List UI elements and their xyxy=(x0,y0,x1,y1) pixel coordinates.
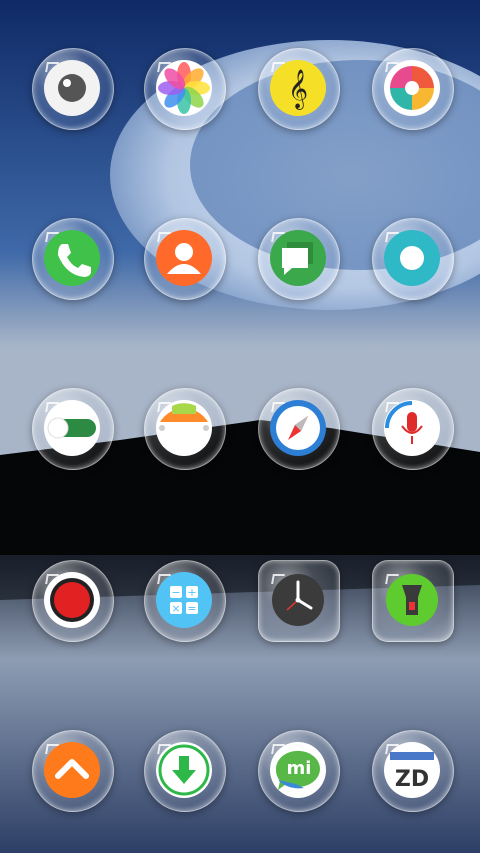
app-calendar-button[interactable] xyxy=(144,388,226,470)
app-microphone-button[interactable] xyxy=(372,388,454,470)
app-zd-app-button[interactable]: ZD xyxy=(372,730,454,812)
glass-highlight xyxy=(385,62,399,72)
app-flashlight-button[interactable] xyxy=(372,560,454,642)
glass-highlight xyxy=(271,402,285,412)
glass-highlight xyxy=(385,402,399,412)
svg-text:𝄞: 𝄞 xyxy=(288,69,308,110)
app-photos-button[interactable] xyxy=(144,48,226,130)
glass-highlight xyxy=(385,232,399,242)
svg-text:+: + xyxy=(187,586,196,599)
glass-highlight xyxy=(271,62,285,72)
svg-text:−: − xyxy=(171,586,180,599)
svg-text:ZD: ZD xyxy=(395,767,429,792)
svg-text:mi: mi xyxy=(287,758,312,779)
app-messages-button[interactable] xyxy=(258,218,340,300)
app-arrow-up-button[interactable] xyxy=(32,730,114,812)
app-compass-button[interactable] xyxy=(258,388,340,470)
glass-highlight xyxy=(157,574,171,584)
glass-highlight xyxy=(45,574,59,584)
glass-highlight xyxy=(157,744,171,754)
app-contacts-button[interactable] xyxy=(144,218,226,300)
app-eye-button[interactable] xyxy=(32,48,114,130)
svg-text:=: = xyxy=(187,602,196,615)
app-ring-app-button[interactable] xyxy=(372,218,454,300)
glass-highlight xyxy=(45,62,59,72)
app-toggle-settings-button[interactable] xyxy=(32,388,114,470)
glass-highlight xyxy=(271,574,285,584)
app-record-button[interactable] xyxy=(32,560,114,642)
glass-highlight xyxy=(157,62,171,72)
glass-highlight xyxy=(157,232,171,242)
app-pinwheel-button[interactable] xyxy=(372,48,454,130)
glass-highlight xyxy=(385,574,399,584)
glass-highlight xyxy=(45,402,59,412)
svg-text:×: × xyxy=(171,602,180,615)
app-music-button[interactable]: 𝄞 xyxy=(258,48,340,130)
app-download-button[interactable] xyxy=(144,730,226,812)
glass-highlight xyxy=(45,232,59,242)
glass-highlight xyxy=(385,744,399,754)
glass-highlight xyxy=(157,402,171,412)
glass-highlight xyxy=(271,232,285,242)
app-mi-chat-button[interactable]: mi xyxy=(258,730,340,812)
app-calculator-button[interactable]: − + × = xyxy=(144,560,226,642)
glass-highlight xyxy=(271,744,285,754)
home-screen-grid: 𝄞 − + × = mi ZD xyxy=(0,0,480,853)
glass-highlight xyxy=(45,744,59,754)
app-phone-button[interactable] xyxy=(32,218,114,300)
app-clock-button[interactable] xyxy=(258,560,340,642)
